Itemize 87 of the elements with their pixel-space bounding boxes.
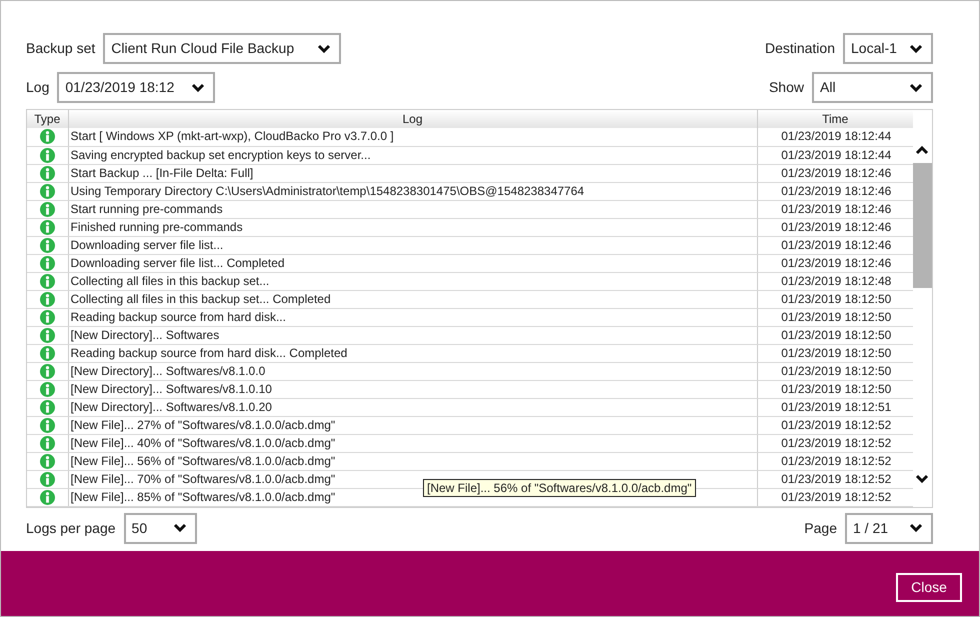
table-cell: [New File]... 27% of "Softwares/v8.1.0.0/acb.dmg" bbox=[68, 416, 757, 434]
info-icon bbox=[40, 274, 55, 288]
dropdown[interactable]: 01/23/2019 18:12 bbox=[57, 72, 216, 103]
info-icon bbox=[40, 472, 55, 486]
dropdown[interactable]: All bbox=[812, 72, 933, 103]
chevron-down-icon bbox=[909, 82, 923, 92]
table-cell: 01/23/2019 18:12:46 bbox=[757, 254, 913, 272]
table-cell: Start Backup ... [In-File Delta: Full] bbox=[68, 164, 757, 182]
table-cell: Start running pre-commands bbox=[68, 200, 757, 218]
table-cell: 01/23/2019 18:12:50 bbox=[757, 290, 913, 308]
info-icon bbox=[40, 454, 55, 468]
table-cell: 01/23/2019 18:12:52 bbox=[757, 470, 913, 488]
scroll-down-icon[interactable] bbox=[915, 474, 929, 484]
table-cell: 01/23/2019 18:12:50 bbox=[757, 308, 913, 326]
table-cell: 01/23/2019 18:12:46 bbox=[757, 182, 913, 200]
info-icon bbox=[40, 148, 55, 162]
field-label: Destination bbox=[764, 39, 835, 58]
table-cell: Start [ Windows XP (mkt-art-wxp), CloudBacko Pro v3.7.0.0 ] bbox=[68, 128, 757, 146]
table-cell: Collecting all files in this backup set... bbox=[68, 272, 757, 290]
table-cell: 01/23/2019 18:12:52 bbox=[757, 452, 913, 470]
table-cell: 01/23/2019 18:12:51 bbox=[757, 398, 913, 416]
column-header[interactable]: Type bbox=[27, 110, 68, 128]
table-cell: 01/23/2019 18:12:44 bbox=[757, 146, 913, 164]
table-cell: Finished running pre-commands bbox=[68, 218, 757, 236]
dropdown[interactable]: Local-1 bbox=[843, 33, 933, 64]
table-cell: 01/23/2019 18:12:50 bbox=[757, 362, 913, 380]
table-cell: [New Directory]... Softwares/v8.1.0.10 bbox=[68, 380, 757, 398]
info-icon bbox=[40, 490, 55, 504]
table-cell: 01/23/2019 18:12:46 bbox=[757, 200, 913, 218]
table-cell: Collecting all files in this backup set... Completed bbox=[68, 290, 757, 308]
info-icon bbox=[40, 400, 55, 414]
column-header[interactable]: Log bbox=[68, 110, 757, 128]
table-cell: [New File]... 40% of "Softwares/v8.1.0.0/acb.dmg" bbox=[68, 434, 757, 452]
table-cell: [New Directory]... Softwares bbox=[68, 326, 757, 344]
table-cell: [New File]... 56% of "Softwares/v8.1.0.0/acb.dmg" bbox=[68, 452, 757, 470]
dropdown[interactable]: 1 / 21 bbox=[845, 512, 933, 544]
info-icon bbox=[40, 184, 55, 198]
table-cell: [New Directory]... Softwares/v8.1.0.20 bbox=[68, 398, 757, 416]
dropdown[interactable]: Client Run Cloud File Backup bbox=[103, 33, 342, 64]
table-cell: 01/23/2019 18:12:44 bbox=[757, 128, 913, 146]
table-cell: Reading backup source from hard disk... bbox=[68, 308, 757, 326]
info-icon bbox=[40, 202, 55, 216]
column-header[interactable]: Time bbox=[757, 110, 913, 128]
info-icon bbox=[40, 238, 55, 252]
chevron-down-icon bbox=[317, 44, 332, 54]
info-icon bbox=[40, 166, 55, 180]
field-label: Show bbox=[768, 78, 804, 97]
field-label: Page bbox=[804, 518, 837, 538]
table-cell: 01/23/2019 18:12:50 bbox=[757, 380, 913, 398]
table-cell: Saving encrypted backup set encryption keys to server... bbox=[68, 146, 757, 164]
info-icon bbox=[40, 364, 55, 378]
table-cell: Downloading server file list... bbox=[68, 236, 757, 254]
field-label: Backup set bbox=[26, 39, 96, 58]
table-cell: 01/23/2019 18:12:50 bbox=[757, 344, 913, 362]
info-icon bbox=[40, 346, 55, 360]
table-cell: [New Directory]... Softwares/v8.1.0.0 bbox=[68, 362, 757, 380]
table-cell: 01/23/2019 18:12:52 bbox=[757, 488, 913, 506]
chevron-down-icon bbox=[191, 82, 206, 92]
info-icon bbox=[40, 436, 55, 450]
table-cell: 01/23/2019 18:12:48 bbox=[757, 272, 913, 290]
chevron-down-icon bbox=[909, 44, 923, 54]
scrollbar-thumb[interactable] bbox=[913, 163, 932, 288]
info-icon bbox=[40, 382, 55, 396]
scroll-up-icon[interactable] bbox=[915, 145, 929, 155]
tooltip: [New File]... 56% of "Softwares/v8.1.0.0/acb.dmg" bbox=[423, 479, 696, 497]
table-cell: 01/23/2019 18:12:46 bbox=[757, 218, 913, 236]
info-icon bbox=[40, 328, 55, 342]
field-label: Logs per page bbox=[26, 518, 116, 538]
info-icon bbox=[40, 418, 55, 432]
table-cell: 01/23/2019 18:12:50 bbox=[757, 326, 913, 344]
table-cell: 01/23/2019 18:12:46 bbox=[757, 164, 913, 182]
table-cell: 01/23/2019 18:12:46 bbox=[757, 236, 913, 254]
table-cell: Downloading server file list... Completed bbox=[68, 254, 757, 272]
info-icon bbox=[40, 310, 55, 324]
info-icon bbox=[40, 292, 55, 306]
field-label: Log bbox=[26, 78, 50, 97]
close-button[interactable]: Close bbox=[896, 572, 962, 602]
table-cell: 01/23/2019 18:12:52 bbox=[757, 434, 913, 452]
table-cell: 01/23/2019 18:12:52 bbox=[757, 416, 913, 434]
info-icon bbox=[40, 220, 55, 234]
dropdown[interactable]: 50 bbox=[124, 512, 197, 544]
info-icon bbox=[40, 129, 55, 144]
table-cell: Reading backup source from hard disk... Completed bbox=[68, 344, 757, 362]
chevron-down-icon bbox=[909, 523, 923, 533]
table-cell: Using Temporary Directory C:\Users\Administrator\temp\1548238301475\OBS@1548238347764 bbox=[68, 182, 757, 200]
chevron-down-icon bbox=[172, 523, 187, 533]
info-icon bbox=[40, 256, 55, 270]
